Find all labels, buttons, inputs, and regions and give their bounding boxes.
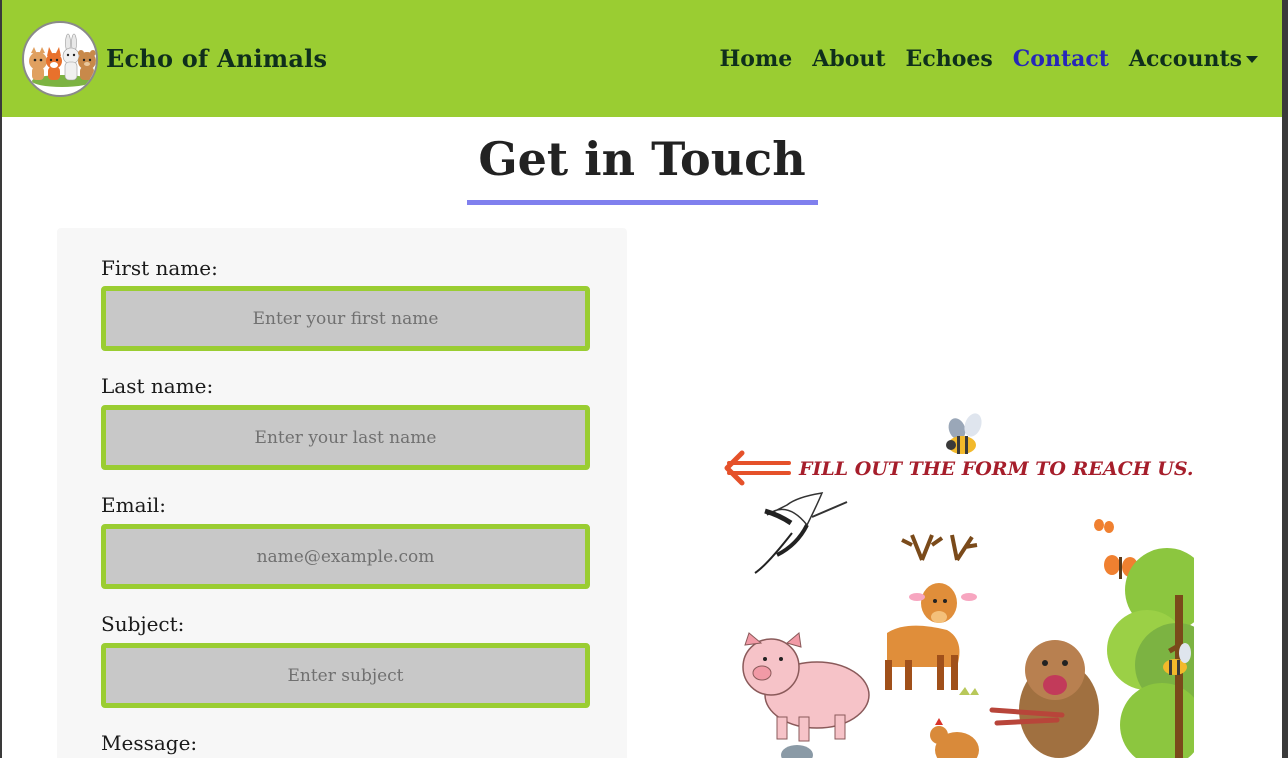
subject-input[interactable] xyxy=(101,643,590,708)
email-label: Email: xyxy=(101,493,167,517)
page-title: Get in Touch xyxy=(478,132,806,186)
nav-menu: Home About Echoes Contact Accounts xyxy=(720,46,1258,72)
page: Echo of Animals Home About Echoes Contac… xyxy=(2,0,1282,758)
nav-about-link[interactable]: About xyxy=(812,46,885,72)
caret-down-icon xyxy=(1246,56,1258,63)
tree-icon xyxy=(1107,548,1197,758)
subject-label: Subject: xyxy=(101,612,185,636)
pig-icon xyxy=(742,632,870,742)
animals-logo-icon xyxy=(22,20,98,97)
brand-link[interactable]: Echo of Animals xyxy=(22,20,328,97)
beaver-icon xyxy=(989,640,1099,758)
first-name-label: First name: xyxy=(101,256,218,280)
crane-bird-icon xyxy=(754,492,848,574)
message-label: Message: xyxy=(101,731,198,755)
last-name-label: Last name: xyxy=(101,374,214,398)
nav-accounts-label: Accounts xyxy=(1128,45,1242,72)
bee-icon xyxy=(946,413,982,454)
small-animal-icon xyxy=(781,745,813,758)
first-name-input[interactable] xyxy=(101,286,590,351)
contact-form: First name: Last name: Email: Subject: M… xyxy=(57,228,627,758)
chicken-icon xyxy=(930,718,979,758)
nav-echoes-link[interactable]: Echoes xyxy=(906,46,993,72)
animals-illustration xyxy=(724,405,1197,758)
title-underline xyxy=(467,200,818,205)
nav-accounts-dropdown[interactable]: Accounts xyxy=(1129,46,1258,72)
brand-name: Echo of Animals xyxy=(106,44,328,73)
deer-icon xyxy=(885,534,978,690)
arrow-left-icon xyxy=(724,450,791,486)
navbar: Echo of Animals Home About Echoes Contac… xyxy=(2,0,1282,117)
email-input[interactable] xyxy=(101,524,590,589)
last-name-input[interactable] xyxy=(101,405,590,470)
nav-home-link[interactable]: Home xyxy=(720,46,793,72)
nav-contact-link[interactable]: Contact xyxy=(1013,46,1109,72)
grass-icon xyxy=(959,687,979,695)
